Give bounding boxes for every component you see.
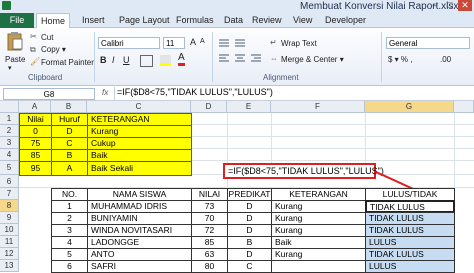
fx-icon[interactable]: fx bbox=[102, 88, 108, 97]
borders-icon[interactable] bbox=[140, 55, 153, 67]
minimize-button[interactable]: – bbox=[428, 0, 442, 11]
format-painter-icon[interactable]: 🖌 bbox=[30, 57, 40, 66]
close-button[interactable]: ✕ bbox=[458, 0, 472, 11]
copy-button[interactable]: Copy ▾ bbox=[41, 45, 66, 54]
ribbon: Paste ▾ ✂ Cut ⧉ Copy ▾ 🖌 Format Painter … bbox=[0, 28, 474, 86]
tab-insert[interactable]: Insert bbox=[82, 13, 105, 28]
formula-input[interactable]: =IF($D8<75,"TIDAK LULUS","LULUS") bbox=[114, 87, 474, 100]
row-header-11[interactable]: 11 bbox=[0, 236, 19, 248]
column-header-a[interactable]: A bbox=[19, 101, 51, 113]
copy-icon[interactable]: ⧉ bbox=[30, 45, 36, 55]
column-header-d[interactable]: D bbox=[191, 101, 227, 113]
column-header-b[interactable]: B bbox=[51, 101, 87, 113]
tab-review[interactable]: Review bbox=[252, 13, 282, 28]
column-header-h[interactable] bbox=[454, 101, 474, 113]
tab-view[interactable]: View bbox=[293, 13, 312, 28]
merge-center-button[interactable]: Merge & Center ▾ bbox=[281, 55, 344, 64]
number-format-select[interactable]: General bbox=[386, 37, 470, 49]
row-header-7[interactable]: 7 bbox=[0, 188, 19, 200]
table-cell-nilai[interactable]: 80 bbox=[191, 260, 228, 273]
row-header-9[interactable]: 9 bbox=[0, 212, 19, 224]
row-header-1[interactable]: 1 bbox=[0, 113, 19, 125]
tab-developer[interactable]: Developer bbox=[325, 13, 366, 28]
decimal-buttons[interactable]: .00 bbox=[440, 55, 451, 64]
legend-cell[interactable]: 95 bbox=[19, 161, 52, 176]
group-divider bbox=[381, 32, 382, 82]
cut-button[interactable]: Cut bbox=[41, 33, 53, 42]
formula-callout: =IF($D8<75,"TIDAK LULUS","LULUS") bbox=[223, 163, 384, 179]
title-bar: Membuat Konversi Nilai Raport.xlsx - – □… bbox=[0, 0, 474, 13]
tab-home[interactable]: Home bbox=[36, 13, 71, 29]
row-header-4[interactable]: 4 bbox=[0, 149, 19, 161]
maximize-button[interactable]: □ bbox=[443, 0, 457, 11]
row-header-10[interactable]: 10 bbox=[0, 224, 19, 236]
clipboard-group-label: Clipboard bbox=[28, 73, 63, 82]
table-cell-lulus[interactable]: LULUS bbox=[365, 260, 455, 273]
row-header-8[interactable]: 8 bbox=[0, 200, 19, 212]
ribbon-tabs: File Home Insert Page Layout Formulas Da… bbox=[0, 13, 474, 29]
tab-formulas[interactable]: Formulas bbox=[176, 13, 214, 28]
wrap-text-icon[interactable]: ↵ bbox=[270, 38, 277, 47]
formula-bar: G8 fx =IF($D8<75,"TIDAK LULUS","LULUS") bbox=[0, 86, 474, 101]
bold-button[interactable]: B bbox=[100, 55, 107, 65]
alignment-group-label: Alignment bbox=[263, 73, 299, 82]
table-cell-keterangan[interactable] bbox=[271, 260, 366, 273]
italic-button[interactable]: I bbox=[112, 55, 115, 65]
merge-center-icon[interactable]: ⇔ bbox=[270, 54, 278, 63]
fill-color-icon[interactable] bbox=[160, 55, 171, 66]
font-name-select[interactable]: Calibri bbox=[98, 37, 160, 49]
table-cell-nama[interactable]: SAFRI bbox=[87, 260, 192, 273]
number-format-buttons[interactable]: $ ▾ % , bbox=[388, 55, 412, 64]
column-header-f[interactable]: F bbox=[271, 101, 365, 113]
excel-logo-icon bbox=[2, 1, 11, 10]
table-cell-no[interactable]: 6 bbox=[51, 260, 88, 273]
cut-icon[interactable]: ✂ bbox=[30, 32, 37, 41]
gridline bbox=[271, 113, 272, 163]
row-header-5[interactable]: 5 bbox=[0, 161, 19, 175]
paste-icon[interactable] bbox=[6, 31, 24, 51]
row-header-13[interactable]: 13 bbox=[0, 260, 19, 272]
table-cell-predikat[interactable]: C bbox=[227, 260, 272, 273]
column-header-g[interactable]: G bbox=[365, 101, 454, 113]
font-color-icon[interactable]: A bbox=[178, 53, 185, 66]
row-header-12[interactable]: 12 bbox=[0, 248, 19, 260]
legend-cell[interactable]: Baik Sekali bbox=[87, 161, 192, 176]
gridline bbox=[365, 113, 366, 163]
row-header-2[interactable]: 2 bbox=[0, 125, 19, 137]
alignment-icons[interactable] bbox=[217, 37, 265, 65]
column-header-c[interactable]: C bbox=[87, 101, 191, 113]
legend-cell[interactable]: A bbox=[51, 161, 88, 176]
paste-button[interactable]: Paste bbox=[5, 55, 25, 64]
wrap-text-button[interactable]: Wrap Text bbox=[281, 39, 317, 48]
row-header-6[interactable]: 6 bbox=[0, 175, 19, 188]
column-header-e[interactable]: E bbox=[227, 101, 271, 113]
font-size-select[interactable]: 11 bbox=[163, 37, 185, 49]
tab-data[interactable]: Data bbox=[224, 13, 243, 28]
row-header-3[interactable]: 3 bbox=[0, 137, 19, 149]
shrink-font-button[interactable]: A bbox=[200, 38, 205, 45]
tab-page-layout[interactable]: Page Layout bbox=[119, 13, 170, 28]
tab-file[interactable]: File bbox=[0, 13, 34, 28]
group-divider bbox=[212, 32, 213, 82]
group-divider bbox=[94, 32, 95, 82]
format-painter-button[interactable]: Format Painter bbox=[41, 58, 94, 67]
select-all-corner[interactable] bbox=[0, 101, 19, 113]
grow-font-button[interactable]: A bbox=[190, 37, 196, 47]
paste-dropdown-icon[interactable]: ▾ bbox=[8, 64, 12, 72]
name-box[interactable]: G8 bbox=[3, 88, 95, 100]
underline-button[interactable]: U bbox=[123, 55, 130, 65]
